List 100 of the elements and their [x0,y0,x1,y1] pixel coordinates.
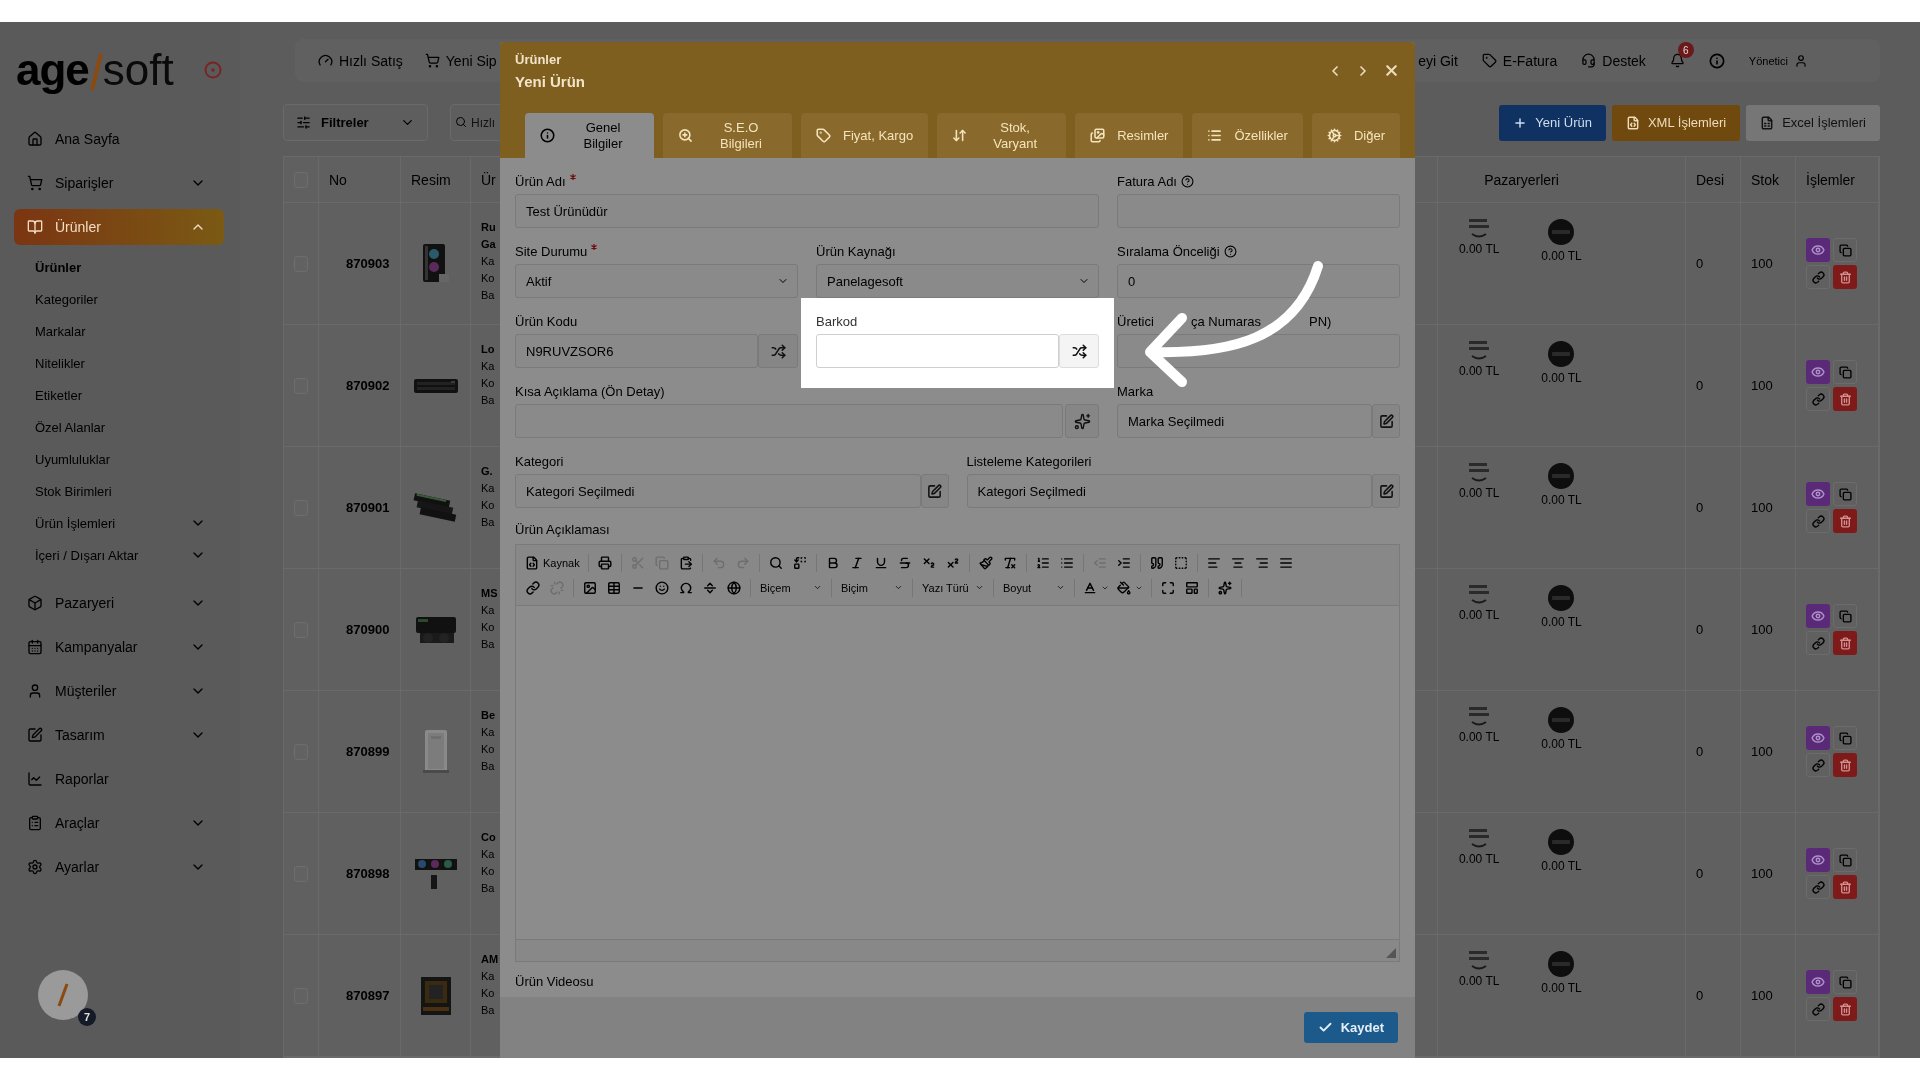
copy-button[interactable] [1833,360,1857,384]
delete-button[interactable] [1833,997,1857,1021]
omega-icon[interactable] [679,580,693,595]
subscript-icon[interactable] [921,555,936,570]
view-button[interactable] [1806,482,1830,506]
sidebar-subitem[interactable]: Etiketler [0,379,240,411]
help-icon[interactable] [1223,244,1237,258]
delete-button[interactable] [1833,875,1857,899]
copy-button[interactable] [1833,238,1857,262]
show-blocks-icon[interactable] [1185,580,1199,595]
view-button[interactable] [1806,848,1830,872]
select-field[interactable]: Aktif [515,264,798,298]
delete-button[interactable] [1833,265,1857,289]
topbar-link[interactable]: Yeni Sip [424,52,497,69]
link-button[interactable] [1806,631,1830,655]
replace-icon[interactable] [792,555,807,570]
align-left-icon[interactable] [1206,555,1221,570]
user-menu[interactable]: Yönetici [1748,53,1808,68]
sidebar-item[interactable]: Kampanyalar [14,629,224,665]
sidebar-item[interactable]: Müşteriler [14,673,224,709]
input-field[interactable]: Kategori Seçilmedi [966,474,1372,508]
filter-dropdown[interactable]: Filtreler [283,104,428,141]
tab[interactable]: Fiyat, Kargo [801,113,929,158]
edit-button[interactable] [1372,404,1400,438]
background-color-icon[interactable] [1117,580,1131,595]
sidebar-item[interactable]: Siparişler [14,165,224,201]
toolbar-button[interactable]: Excel İşlemleri [1746,104,1880,141]
align-center-icon[interactable] [1230,555,1245,570]
edit-button[interactable] [1372,474,1400,508]
toolbar-button[interactable]: XML İşlemleri [1611,104,1741,141]
sidebar-subitem[interactable]: Kategoriler [0,283,240,315]
sidebar-subitem[interactable]: Ürünler [0,251,240,283]
smiley-icon[interactable] [655,580,669,595]
topbar-link[interactable]: eyi Git [1418,52,1458,69]
clear-format-icon[interactable] [1002,555,1017,570]
sidebar-item[interactable]: Ana Sayfa [14,121,224,157]
link-button[interactable] [1806,997,1830,1021]
sidebar-subitem[interactable]: Özel Alanlar [0,411,240,443]
copy-button[interactable] [1833,482,1857,506]
align-justify-icon[interactable] [1278,555,1293,570]
globe-icon[interactable] [727,580,741,595]
topbar-link[interactable]: Destek [1581,52,1646,69]
text-color-icon[interactable] [1083,580,1097,595]
link-button[interactable] [1806,509,1830,533]
avatar-button[interactable] [38,970,88,1020]
tab[interactable]: Resimler [1075,113,1184,158]
italic-icon[interactable] [849,555,864,570]
view-button[interactable] [1806,360,1830,384]
copy-button[interactable] [1833,726,1857,750]
page-break-icon[interactable] [703,580,717,595]
tab[interactable]: S.E.O Bilgileri [663,113,793,158]
copy-button[interactable] [1833,970,1857,994]
sidebar-item[interactable]: Pazaryeri [14,585,224,621]
strikethrough-icon[interactable] [897,555,912,570]
paste-icon[interactable] [678,555,693,570]
sidebar-item[interactable]: Tasarım [14,717,224,753]
link-button[interactable] [1806,875,1830,899]
numbered-list-icon[interactable] [1035,555,1050,570]
link-button[interactable] [1806,265,1830,289]
sidebar-subitem[interactable]: Markalar [0,315,240,347]
tab[interactable]: Stok, Varyant [937,113,1067,158]
tab[interactable]: Özellikler [1192,113,1303,158]
input-field[interactable]: Marka Seçilmedi [1117,404,1372,438]
sidebar-subitem[interactable]: Nitelikler [0,347,240,379]
input-field[interactable]: Kategori Seçilmedi [515,474,921,508]
sidebar-item[interactable]: Ürünler [14,209,224,245]
input-field[interactable]: 0 [1117,264,1400,298]
toolbar-button[interactable]: Yeni Ürün [1499,104,1606,141]
info-icon[interactable] [1708,52,1725,69]
help-icon[interactable] [1181,174,1194,188]
delete-button[interactable] [1833,509,1857,533]
ai-button[interactable] [1065,404,1099,438]
topbar-link[interactable]: E-Fatura [1481,52,1558,69]
link-button[interactable] [1806,387,1830,411]
save-button[interactable]: Kaydet [1303,1012,1398,1043]
sidebar-subitem[interactable]: Stok Birimleri [0,475,240,507]
bell-icon[interactable] [1669,53,1685,68]
indent-icon[interactable] [1116,555,1131,570]
rich-text-editor[interactable]: Kaynak Biçem Biçim Yazı Türü Boyut [515,544,1400,962]
quote-icon[interactable] [1149,555,1164,570]
search-icon[interactable] [768,555,783,570]
resize-grip-icon[interactable] [1386,948,1396,958]
superscript-icon[interactable] [945,555,960,570]
delete-button[interactable] [1833,387,1857,411]
table-icon[interactable] [607,580,621,595]
align-right-icon[interactable] [1254,555,1269,570]
view-button[interactable] [1806,970,1830,994]
delete-button[interactable] [1833,753,1857,777]
input-field[interactable]: N9RUVZSOR6 [515,334,758,368]
sidebar-subitem[interactable]: Ürün İşlemleri [0,507,240,539]
edit-button[interactable] [920,474,949,508]
image-icon[interactable] [583,580,597,595]
format-dropdown[interactable]: Biçem [756,576,826,599]
tab[interactable]: Diğer [1311,113,1401,158]
div-block-icon[interactable] [1173,555,1188,570]
sidebar-subitem[interactable]: Uyumluluklar [0,443,240,475]
copy-button[interactable] [1833,848,1857,872]
format-dropdown[interactable]: Biçim [837,576,907,599]
link-button[interactable] [1806,753,1830,777]
brush-icon[interactable] [978,555,993,570]
